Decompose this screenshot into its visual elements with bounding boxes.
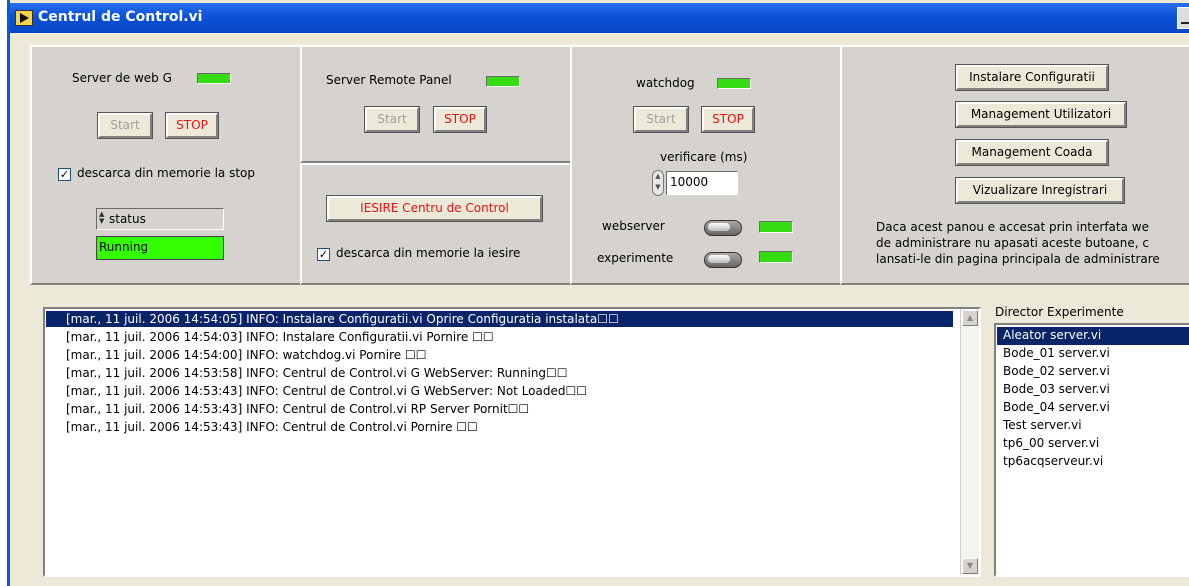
experiments-watch-led [759, 251, 793, 263]
experiments-toggle-switch[interactable] [704, 252, 742, 268]
webserver-switch-label: webserver [602, 219, 665, 233]
check-interval-input[interactable]: 10000 [666, 171, 738, 195]
install-configurations-button[interactable]: Instalare Configuratii [955, 64, 1109, 91]
title-bar[interactable]: Centrul de Control.vi [10, 3, 1189, 33]
status-ring-text: status [109, 212, 146, 226]
exit-panel: IESIRE Centru de Control ✓ descarca din … [300, 163, 572, 285]
experiment-item[interactable]: Bode_04 server.vi [997, 399, 1189, 417]
window-title: Centrul de Control.vi [38, 9, 203, 25]
experiment-item[interactable]: tp6acqserveur.vi [997, 453, 1189, 471]
webserver-watch-led [759, 221, 793, 233]
interval-spinner-icon[interactable]: ▲ ▼ [652, 170, 664, 196]
minimize-button[interactable] [1177, 7, 1189, 29]
experiments-listbox[interactable]: Aleator server.vi Bode_01 server.vi Bode… [994, 323, 1189, 577]
view-records-button[interactable]: Vizualizare Inregistrari [955, 177, 1125, 204]
watchdog-led [717, 78, 751, 89]
scroll-down-arrow-icon[interactable]: ▼ [962, 558, 978, 574]
experiment-item[interactable]: Bode_02 server.vi [997, 363, 1189, 381]
web-server-label: Server de web G [72, 71, 172, 85]
queue-management-button[interactable]: Management Coada [955, 139, 1109, 166]
watchdog-stop-button[interactable]: STOP [701, 106, 755, 133]
log-scrollbar[interactable]: ▲ ▼ [960, 309, 979, 575]
ring-arrows-icon[interactable]: ▲ ▼ [99, 211, 104, 225]
log-entry[interactable]: [mar., 11 juil. 2006 14:53:43] INFO: Cen… [46, 419, 953, 435]
remote-panel-led [486, 76, 520, 87]
experiment-item[interactable]: Bode_03 server.vi [997, 381, 1189, 399]
experiment-item[interactable]: Test server.vi [997, 417, 1189, 435]
remote-panel-stop-button[interactable]: STOP [433, 106, 487, 133]
remote-panel-label: Server Remote Panel [326, 73, 452, 87]
experiments-directory-title: Director Experimente [995, 305, 1124, 319]
remote-panel-start-button[interactable]: Start [364, 106, 420, 133]
exit-control-center-button[interactable]: IESIRE Centru de Control [326, 195, 543, 222]
log-entry[interactable]: [mar., 11 juil. 2006 14:54:03] INFO: Ins… [46, 329, 953, 345]
unload-on-stop-label: descarca din memorie la stop [77, 166, 255, 180]
log-entry[interactable]: [mar., 11 juil. 2006 14:53:58] INFO: Cen… [46, 365, 953, 381]
watchdog-panel: watchdog Start STOP verificare (ms) ▲ ▼ 1… [570, 45, 842, 285]
log-entry[interactable]: [mar., 11 juil. 2006 14:53:43] INFO: Cen… [46, 383, 953, 399]
watchdog-start-button[interactable]: Start [633, 106, 689, 133]
user-management-button[interactable]: Management Utilizatori [955, 101, 1127, 128]
unload-on-exit-checkbox[interactable]: ✓ [317, 248, 330, 261]
experiment-item[interactable]: Bode_01 server.vi [997, 345, 1189, 363]
log-listbox[interactable]: [mar., 11 juil. 2006 14:54:05] INFO: Ins… [43, 307, 981, 577]
labview-vi-icon [15, 10, 33, 26]
main-window: Centrul de Control.vi Server de web G St… [7, 0, 1189, 586]
remote-panel-server-panel: Server Remote Panel Start STOP [300, 45, 572, 163]
status-ring[interactable]: ▲ ▼ status [96, 208, 224, 230]
check-interval-label: verificare (ms) [660, 150, 748, 164]
admin-note-line-3: lansati-le din pagina principala de admi… [876, 252, 1160, 266]
admin-note-line-1: Daca acest panou e accesat prin interfat… [876, 220, 1149, 234]
experiments-switch-label: experimente [597, 251, 674, 265]
unload-on-stop-checkbox[interactable]: ✓ [58, 168, 71, 181]
web-server-led [197, 73, 231, 84]
experiment-item[interactable]: tp6_00 server.vi [997, 435, 1189, 453]
unload-on-exit-label: descarca din memorie la iesire [336, 246, 521, 260]
web-server-panel: Server de web G Start STOP ✓ descarca di… [30, 45, 302, 285]
log-entry[interactable]: [mar., 11 juil. 2006 14:54:05] INFO: Ins… [46, 311, 953, 327]
scroll-up-arrow-icon[interactable]: ▲ [962, 310, 978, 326]
web-server-stop-button[interactable]: STOP [165, 112, 219, 139]
admin-panel: Instalare Configuratii Management Utiliz… [840, 45, 1189, 285]
web-server-start-button[interactable]: Start [97, 112, 153, 139]
log-entry[interactable]: [mar., 11 juil. 2006 14:53:43] INFO: Cen… [46, 401, 953, 417]
status-indicator: Running [96, 236, 224, 260]
watchdog-label: watchdog [636, 76, 695, 90]
log-entry[interactable]: [mar., 11 juil. 2006 14:54:00] INFO: wat… [46, 347, 953, 363]
admin-note-line-2: de administrare nu apasati aceste butoan… [876, 236, 1149, 250]
experiment-item[interactable]: Aleator server.vi [997, 327, 1189, 345]
webserver-toggle-switch[interactable] [704, 220, 742, 236]
